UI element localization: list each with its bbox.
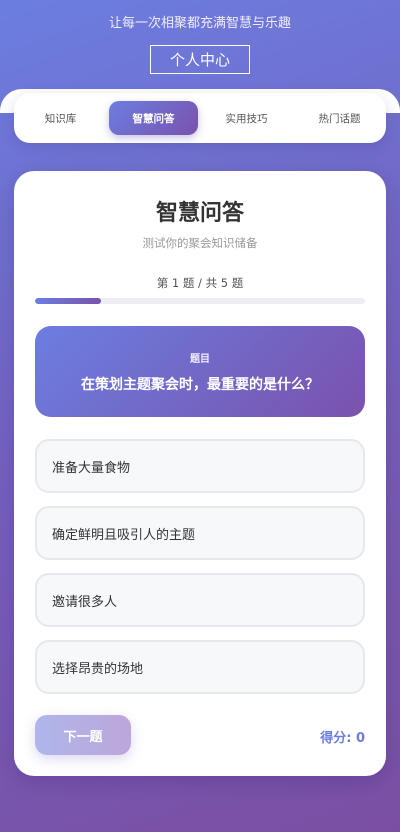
tab-bar: 知识库 智慧问答 实用技巧 热门话题 — [14, 93, 386, 143]
slogan: 让每一次相聚都充满智慧与乐趣 — [108, 16, 291, 31]
option-a[interactable]: 准备大量食物 — [35, 439, 365, 493]
progress-bar — [35, 298, 365, 304]
quiz-title: 智慧问答 — [155, 201, 244, 226]
quiz-card: 智慧问答 测试你的聚会知识储备 第 1 题 / 共 5 题 题目 在策划主题聚会… — [14, 171, 386, 776]
tab-smart-qa[interactable]: 智慧问答 — [109, 101, 198, 135]
option-b[interactable]: 确定鲜明且吸引人的主题 — [35, 506, 365, 560]
tab-hot-topics[interactable]: 热门话题 — [293, 101, 386, 135]
progress-text: 第 1 题 / 共 5 题 — [156, 276, 244, 290]
score-display: 得分: 0 — [320, 731, 365, 746]
next-question-button[interactable]: 下一题 — [35, 715, 131, 755]
option-d[interactable]: 选择昂贵的场地 — [35, 640, 365, 694]
profile-button[interactable]: 个人中心 — [150, 45, 250, 74]
tab-knowledge-base[interactable]: 知识库 — [14, 101, 107, 135]
progress-fill — [35, 298, 101, 304]
question-text: 在策划主题聚会时，最重要的是什么？ — [81, 377, 319, 393]
quiz-subtitle: 测试你的聚会知识储备 — [142, 236, 258, 250]
tab-practical-tips[interactable]: 实用技巧 — [200, 101, 293, 135]
question-box: 题目 在策划主题聚会时，最重要的是什么？ — [35, 326, 365, 417]
option-c[interactable]: 邀请很多人 — [35, 573, 365, 627]
question-label: 题目 — [190, 354, 210, 365]
